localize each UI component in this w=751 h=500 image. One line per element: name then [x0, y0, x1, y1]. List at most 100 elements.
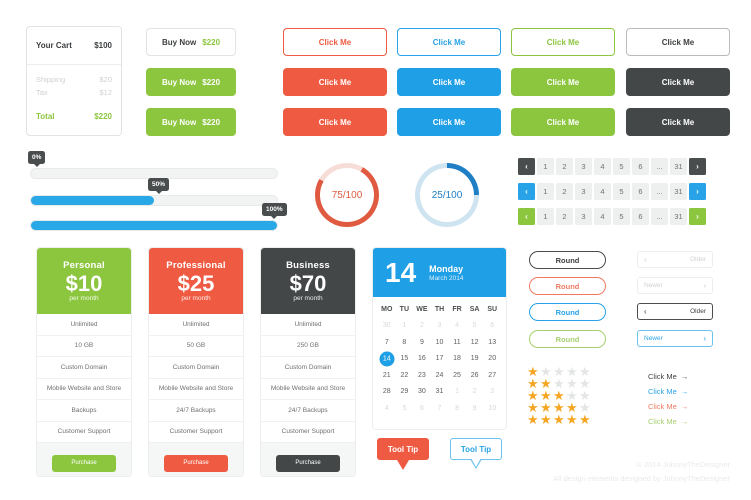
calendar-day[interactable]: 17: [431, 351, 449, 368]
star-filled-icon[interactable]: ★: [527, 413, 539, 426]
calendar-day[interactable]: 21: [378, 368, 396, 385]
pagination-page-3[interactable]: 3: [575, 208, 592, 225]
click-me-button-blue-solid-2[interactable]: Click Me: [397, 108, 501, 136]
calendar-day[interactable]: 30: [413, 384, 431, 401]
pagination-page-6[interactable]: 6: [632, 158, 649, 175]
click-me-button-red-solid-2[interactable]: Click Me: [283, 108, 387, 136]
pagination-page-5[interactable]: 5: [613, 158, 630, 175]
click-me-button-dark-solid-1[interactable]: Click Me: [626, 68, 730, 96]
pagination-page-5[interactable]: 5: [613, 208, 630, 225]
calendar-day: 10: [488, 404, 497, 412]
click-me-button-red-outline[interactable]: Click Me: [283, 28, 387, 56]
calendar-day[interactable]: 15: [396, 351, 414, 368]
click-me-link-red[interactable]: Click Me →: [648, 402, 688, 411]
calendar-day[interactable]: 7: [378, 335, 396, 352]
pagination-page-1[interactable]: 1: [537, 183, 554, 200]
click-me-link-dark[interactable]: Click Me →: [648, 372, 688, 381]
calendar-day[interactable]: 10: [431, 335, 449, 352]
pagination-page-2[interactable]: 2: [556, 183, 573, 200]
buy-now-button-outline[interactable]: Buy Now $220: [146, 28, 236, 56]
click-me-button-blue-outline[interactable]: Click Me: [397, 28, 501, 56]
pagination-prev-icon[interactable]: ‹: [518, 158, 535, 175]
pagination-page-3[interactable]: 3: [575, 158, 592, 175]
pagination-prev-icon[interactable]: ‹: [518, 208, 535, 225]
pagination-page-6[interactable]: 6: [632, 208, 649, 225]
progress-bar-1[interactable]: [30, 195, 278, 206]
pagination-page-31[interactable]: 31: [670, 183, 687, 200]
purchase-button-personal[interactable]: Purchase: [52, 454, 116, 472]
nav-newer-blue[interactable]: Newer ›: [637, 330, 713, 347]
calendar-day[interactable]: 25: [448, 368, 466, 385]
calendar-day[interactable]: 22: [396, 368, 414, 385]
pagination-page-5[interactable]: 5: [613, 183, 630, 200]
pagination-page-1[interactable]: 1: [537, 158, 554, 175]
pricing-feature: Backups: [37, 400, 131, 422]
pagination-page-2[interactable]: 2: [556, 208, 573, 225]
nav-newer-light[interactable]: Newer ›: [637, 277, 713, 294]
calendar-day[interactable]: 18: [448, 351, 466, 368]
calendar-day[interactable]: 16: [413, 351, 431, 368]
pagination-page-31[interactable]: 31: [670, 208, 687, 225]
click-me-button-green-solid-2[interactable]: Click Me: [511, 108, 615, 136]
pagination-page-31[interactable]: 31: [670, 158, 687, 175]
calendar-day[interactable]: 29: [396, 384, 414, 401]
pagination-next-icon[interactable]: ›: [689, 208, 706, 225]
star-filled-icon[interactable]: ★: [579, 413, 591, 426]
click-me-button-green-outline[interactable]: Click Me: [511, 28, 615, 56]
round-button-red[interactable]: Round: [529, 277, 606, 295]
pagination-page-1[interactable]: 1: [537, 208, 554, 225]
cart-row-label: Shipping: [36, 75, 66, 84]
click-me-button-dark-solid-2[interactable]: Click Me: [626, 108, 730, 136]
cart-total-row: Total $220: [36, 99, 112, 121]
click-me-button-red-solid-1[interactable]: Click Me: [283, 68, 387, 96]
pagination-green[interactable]: ‹ 1 2 3 4 5 6 ... 31 ›: [518, 208, 706, 225]
calendar-day[interactable]: 31: [431, 384, 449, 401]
progress-bar-2[interactable]: [30, 220, 278, 231]
nav-older-dark[interactable]: ‹ Older: [637, 303, 713, 320]
star-filled-icon[interactable]: ★: [540, 413, 552, 426]
round-button-dark[interactable]: Round: [529, 251, 606, 269]
click-me-button-dark-outline[interactable]: Click Me: [626, 28, 730, 56]
calendar-day-selected[interactable]: 14: [378, 351, 396, 368]
pagination-dark[interactable]: ‹ 1 2 3 4 5 6 ... 31 ›: [518, 158, 706, 175]
pagination-blue[interactable]: ‹ 1 2 3 4 5 6 ... 31 ›: [518, 183, 706, 200]
click-me-link-blue[interactable]: Click Me →: [648, 387, 688, 396]
star-rating-group[interactable]: ★ ★ ★ ★ ★ ★ ★ ★ ★ ★ ★ ★ ★ ★ ★ ★ ★ ★ ★ ★ ★ ★ ★ ★ ★: [527, 365, 591, 426]
star-rating-row[interactable]: ★ ★ ★ ★ ★: [527, 413, 591, 426]
pagination-next-icon[interactable]: ›: [689, 183, 706, 200]
pagination-page-2[interactable]: 2: [556, 158, 573, 175]
click-me-link-green[interactable]: Click Me →: [648, 417, 688, 426]
calendar-day[interactable]: 23: [413, 368, 431, 385]
calendar-day[interactable]: 11: [448, 335, 466, 352]
pagination-page-4[interactable]: 4: [594, 183, 611, 200]
calendar-day[interactable]: 12: [466, 335, 484, 352]
calendar-day[interactable]: 24: [431, 368, 449, 385]
purchase-button-professional[interactable]: Purchase: [164, 454, 228, 472]
calendar-day[interactable]: 27: [483, 368, 501, 385]
nav-older-light[interactable]: ‹ Older: [637, 251, 713, 268]
calendar-day[interactable]: 28: [378, 384, 396, 401]
calendar-day[interactable]: 8: [396, 335, 414, 352]
calendar-day[interactable]: 19: [466, 351, 484, 368]
calendar-day[interactable]: 9: [413, 335, 431, 352]
pagination-next-icon[interactable]: ›: [689, 158, 706, 175]
buy-now-button-solid-2[interactable]: Buy Now $220: [146, 108, 236, 136]
cart-line-items: Shipping $20 Tax $12 Total $220: [27, 65, 121, 121]
pagination-page-6[interactable]: 6: [632, 183, 649, 200]
click-me-button-blue-solid-1[interactable]: Click Me: [397, 68, 501, 96]
pagination-prev-icon[interactable]: ‹: [518, 183, 535, 200]
pagination-page-4[interactable]: 4: [594, 158, 611, 175]
buy-now-button-solid-1[interactable]: Buy Now $220: [146, 68, 236, 96]
calendar-grid[interactable]: MO TU WE TH FR SA SU 30 1 2 3 4 5 6 7 8 9 10 11 12 13 14 15 16 1…: [373, 297, 506, 419]
purchase-button-business[interactable]: Purchase: [276, 454, 340, 472]
pagination-page-4[interactable]: 4: [594, 208, 611, 225]
click-me-button-green-solid-1[interactable]: Click Me: [511, 68, 615, 96]
calendar-day[interactable]: 13: [483, 335, 501, 352]
calendar-day[interactable]: 26: [466, 368, 484, 385]
pagination-page-3[interactable]: 3: [575, 183, 592, 200]
round-button-green[interactable]: Round: [529, 330, 606, 348]
round-button-blue[interactable]: Round: [529, 303, 606, 321]
star-filled-icon[interactable]: ★: [553, 413, 565, 426]
star-filled-icon[interactable]: ★: [566, 413, 578, 426]
calendar-day[interactable]: 20: [483, 351, 501, 368]
